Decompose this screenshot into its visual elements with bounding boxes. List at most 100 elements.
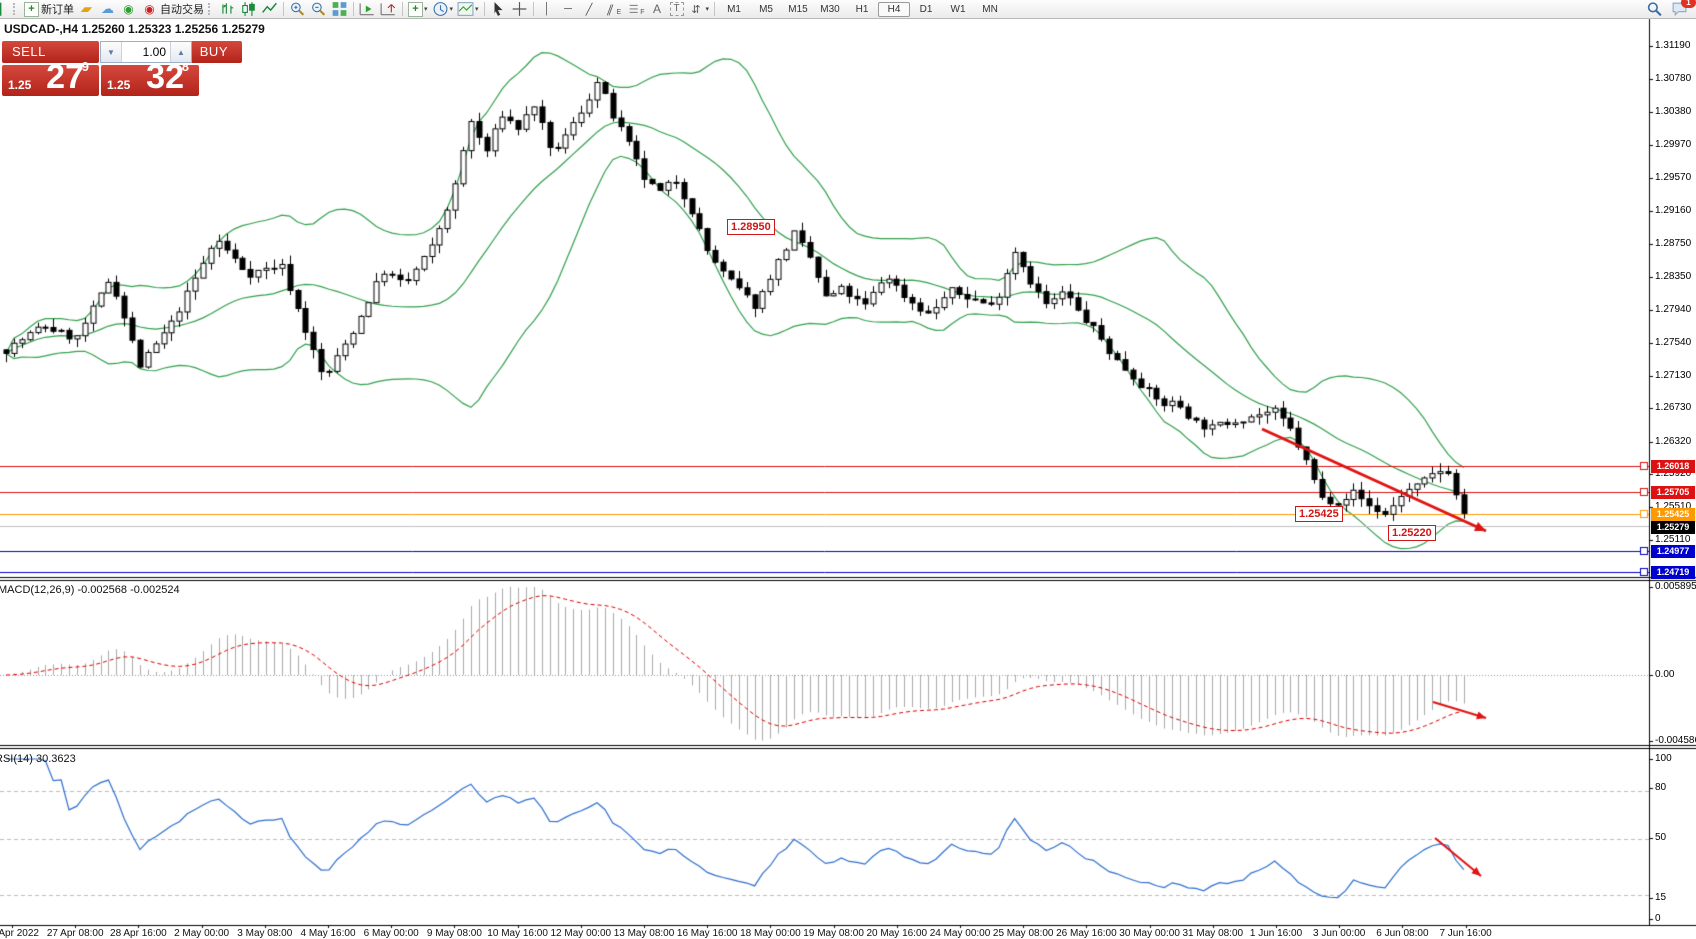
price-annotation-label[interactable]: 1.28950 [727,219,775,235]
price-annotation-label[interactable]: 1.25220 [1388,525,1436,541]
volume-stepper: ▼ ▲ [100,41,192,63]
date-tick-label: 6 May 00:00 [364,928,419,939]
crosshair-tool-button[interactable] [509,1,530,17]
cursor-tool-button[interactable] [488,1,509,17]
chart-shift-button[interactable] [378,1,399,17]
arrows-tool[interactable]: ⇵▾ [686,1,712,17]
search-icon [1646,1,1663,17]
date-tick-label: 3 May 08:00 [237,928,292,939]
volume-input[interactable] [122,42,170,62]
gold-icon: ▰ [75,1,97,17]
indicators-button[interactable]: + ▾ [406,1,430,17]
new-order-icon: + [24,2,39,17]
price-tick-label: 1.29570 [1655,172,1691,183]
timeframe-button-m15[interactable]: M15 [782,2,814,17]
date-tick-label: 9 May 08:00 [427,928,482,939]
cursor-icon [490,1,507,17]
autotrade-button[interactable]: ◉ 自动交易 [139,1,206,17]
periods-clock-icon [432,1,449,17]
sell-price-display[interactable]: 1.25 279 [2,65,99,96]
macd-indicator-label: MACD(12,26,9) -0.002568 -0.002524 [0,584,180,596]
toolbar-right-group: 1 [1644,1,1690,17]
toolbar-separator [484,2,485,16]
auto-scroll-button[interactable] [357,1,378,17]
channel-tool[interactable]: ∥E [600,1,624,17]
signals-button[interactable]: ◉ [118,1,139,17]
horizontal-line-icon: ─ [560,1,577,17]
autotrade-label: 自动交易 [160,1,204,17]
timeframe-button-m1[interactable]: M1 [718,2,750,17]
price-annotation-label[interactable]: 1.25425 [1295,506,1343,522]
bar-chart-button[interactable] [217,1,238,17]
toolbar-separator [353,2,354,16]
zoom-in-icon [289,1,306,17]
arrows-dropdown-icon: ▾ [706,5,710,13]
vertical-line-tool[interactable]: │ [537,1,558,17]
toolbar-separator [402,2,403,16]
horizontal-line-tool[interactable]: ─ [558,1,579,17]
rsi-axis-label: 15 [1655,892,1666,903]
zoom-in-button[interactable] [287,1,308,17]
periods-dropdown-icon: ▾ [450,5,454,13]
community-icon: ☁ [99,1,116,17]
sell-price-sup: 9 [82,59,89,74]
timeframe-button-w1[interactable]: W1 [942,2,974,17]
search-button[interactable] [1644,1,1665,17]
macd-axis-label: 0.00 [1655,669,1674,680]
indicators-dropdown-icon: ▾ [424,5,428,13]
timeframe-button-m30[interactable]: M30 [814,2,846,17]
community-button[interactable]: ☁ [97,1,118,17]
date-tick-label: 4 May 16:00 [300,928,355,939]
price-tick-label: 1.26730 [1655,402,1691,413]
price-tick-label: 1.26320 [1655,436,1691,447]
price-chart-canvas[interactable] [0,0,1696,939]
date-tick-label: 13 May 08:00 [614,928,675,939]
timeframe-button-h1[interactable]: H1 [846,2,878,17]
sell-button-label: SELL [12,44,46,59]
trendline-tool[interactable]: ╱ [579,1,600,17]
sell-price-big: 27 [46,58,84,97]
periods-button[interactable]: ▾ [430,1,456,17]
date-tick-label: 26 Apr 2022 [0,928,39,939]
toolbar-separator [714,2,715,16]
price-tick-label: 1.29160 [1655,205,1691,216]
date-tick-label: 7 Jun 16:00 [1439,928,1491,939]
buy-price-display[interactable]: 1.25 328 [101,65,199,96]
autotrade-icon: ◉ [141,1,158,17]
volume-decrease-button[interactable]: ▼ [101,42,122,62]
buy-button-label: BUY [200,44,228,59]
rsi-axis-label: 100 [1655,753,1672,764]
zoom-out-button[interactable] [308,1,329,17]
bar-chart-icon [219,1,236,17]
price-tick-label: 1.31190 [1655,40,1690,51]
price-tick-label: 1.27130 [1655,370,1691,381]
toolbar: ▍ + 新订单 ▰ ☁ ◉ ◉ 自动交易 [0,0,1696,19]
label-icon: T [670,2,684,16]
tile-windows-button[interactable] [329,1,350,17]
gold-button[interactable]: ▰ [76,1,97,17]
candlestick-chart-button[interactable] [238,1,259,17]
label-tool[interactable]: T [668,1,686,17]
price-tick-label: 1.30380 [1655,106,1691,117]
timeframe-button-mn[interactable]: MN [974,2,1006,17]
date-tick-label: 25 May 08:00 [993,928,1054,939]
macd-axis-label: 0.005895 [1655,581,1696,592]
notification-count-badge: 1 [1681,0,1696,8]
timeframe-button-h4[interactable]: H4 [878,2,910,17]
line-chart-icon [261,1,278,17]
rsi-indicator-label: RSI(14) 30.3623 [0,753,76,765]
templates-button[interactable]: ▾ [455,1,481,17]
templates-icon [457,1,474,17]
timeframe-button-m5[interactable]: M5 [750,2,782,17]
line-chart-button[interactable] [259,1,280,17]
fibonacci-tool[interactable]: ☰F [623,1,646,17]
new-order-button[interactable]: + 新订单 [22,1,76,17]
timeframe-button-d1[interactable]: D1 [910,2,942,17]
date-tick-label: 18 May 00:00 [740,928,801,939]
notifications-button[interactable]: 1 [1669,1,1690,17]
price-tick-label: 1.30780 [1655,73,1691,84]
text-tool[interactable]: A [647,1,668,17]
date-tick-label: 27 Apr 08:00 [47,928,104,939]
zoom-out-icon [310,1,327,17]
volume-increase-button[interactable]: ▲ [170,42,191,62]
